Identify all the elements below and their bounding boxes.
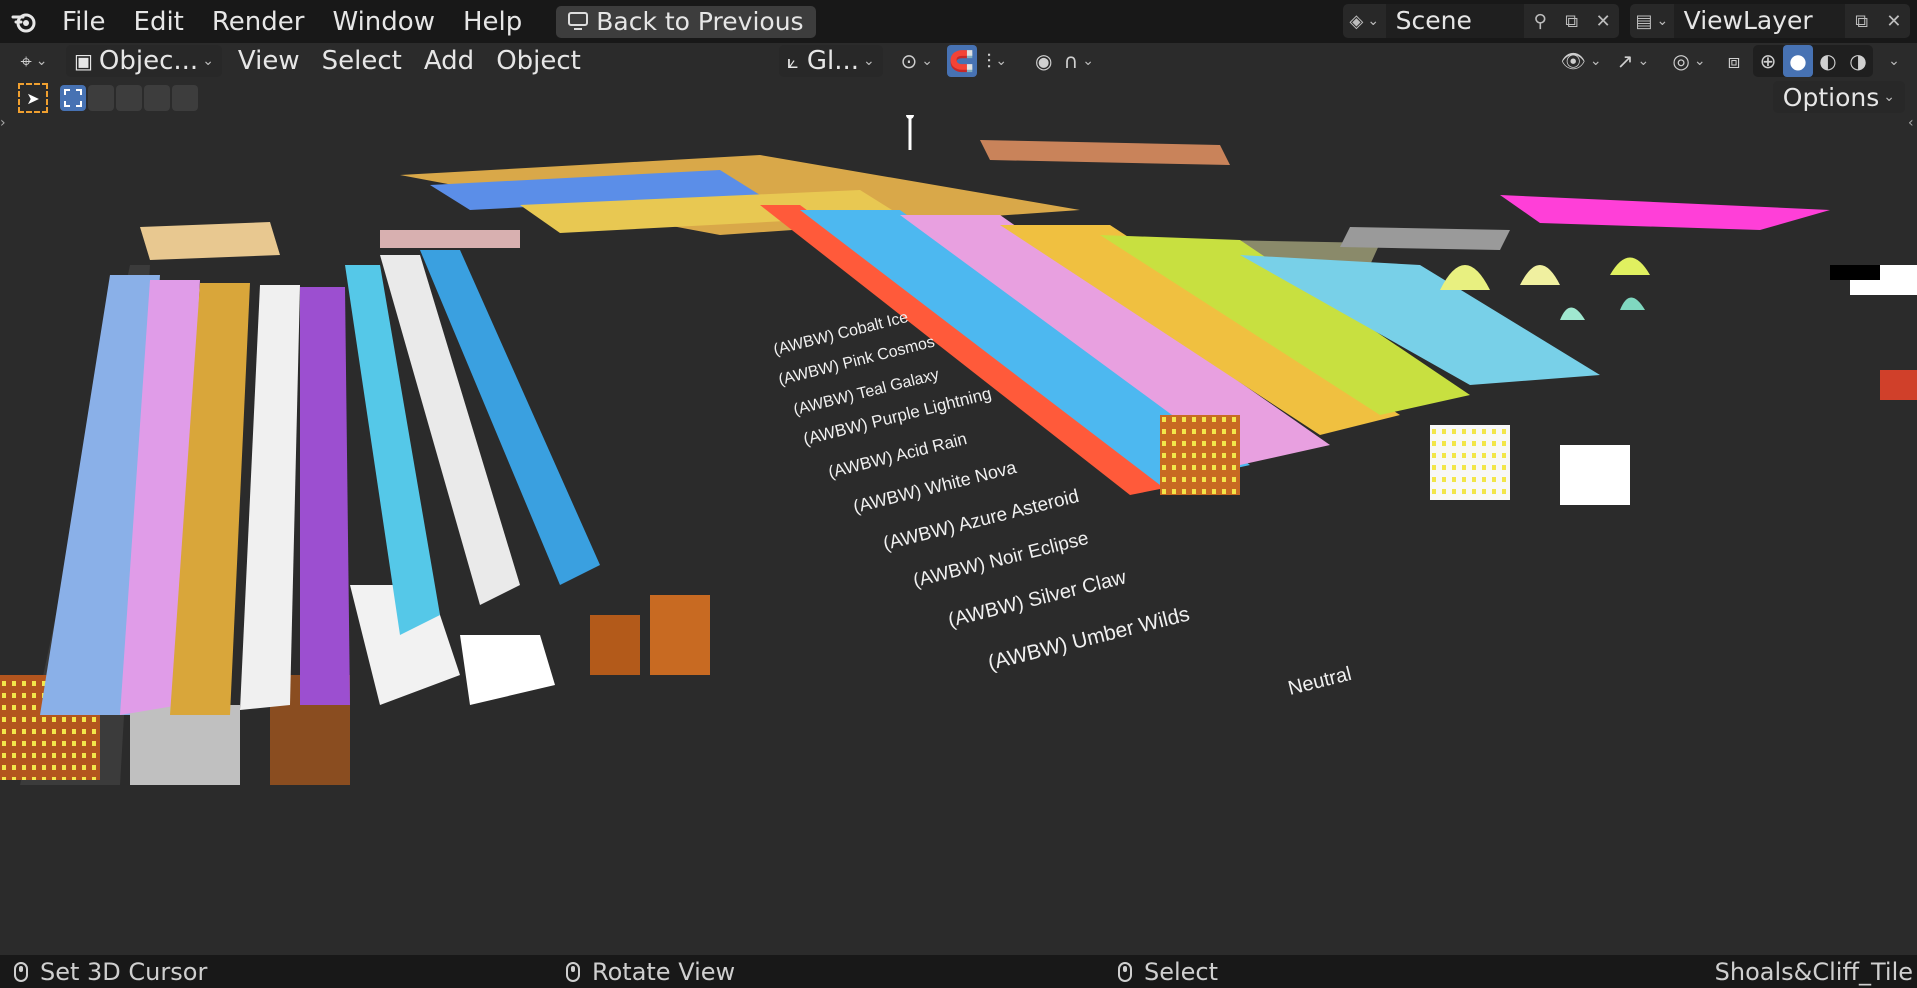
pin-icon[interactable]: ⚲ — [1524, 4, 1556, 38]
view-layer-name-field[interactable]: ViewLayer — [1673, 4, 1846, 38]
right-mouse-icon — [1118, 961, 1132, 982]
snap-target-icon[interactable]: ⫶ ⌄ — [977, 45, 1017, 77]
wireframe-shading-icon[interactable]: ⊕ — [1753, 45, 1783, 77]
selection-mode-group — [60, 85, 198, 111]
menu-file[interactable]: File — [48, 2, 120, 42]
close-view-layer-icon[interactable]: ✕ — [1878, 4, 1910, 38]
visibility-icon[interactable]: 👁 ⌄ — [1559, 45, 1603, 77]
scene-name-field[interactable]: Scene — [1385, 4, 1525, 38]
menu-edit[interactable]: Edit — [120, 2, 198, 42]
transform-orientation-dropdown[interactable]: ⟀ Gl... ⌄ — [778, 45, 883, 77]
overlays-icon[interactable]: ◎ ⌄ — [1663, 45, 1715, 77]
select-intersect-icon[interactable] — [172, 85, 198, 111]
viewport-scene: (AWBW) Cobalt Ice (AWBW) Pink Cosmos (AW… — [0, 111, 1917, 785]
gizmo-icon[interactable]: ↗ ⌄ — [1607, 45, 1659, 77]
editor-type-icon[interactable]: ⌖ ⌄ — [12, 45, 56, 77]
screen-icon — [568, 7, 589, 36]
view-layer-selector: ▤ ⌄ ViewLayer ⧉ ✕ — [1630, 4, 1910, 38]
select-invert-icon[interactable] — [144, 85, 170, 111]
scene-browse-icon[interactable]: ◈ ⌄ — [1343, 4, 1386, 38]
chevron-down-icon: ⌄ — [1883, 89, 1895, 105]
rendered-shading-icon[interactable]: ◑ — [1843, 45, 1873, 77]
left-mouse-icon — [14, 961, 28, 982]
menu-view[interactable]: View — [230, 45, 308, 77]
status-right-click: Select — [1118, 958, 1218, 986]
toolbar-expand-icon[interactable]: › — [0, 115, 6, 131]
3d-cursor-icon[interactable] — [906, 111, 914, 150]
shading-options-icon[interactable]: ⌄ — [1877, 45, 1907, 77]
mode-label: Objec... — [98, 46, 199, 76]
menu-window[interactable]: Window — [318, 2, 449, 42]
mode-dropdown[interactable]: ▣ Objec... ⌄ — [66, 45, 222, 77]
back-to-previous-button[interactable]: Back to Previous — [556, 5, 816, 38]
status-left-label: Set 3D Cursor — [40, 957, 208, 986]
status-middle-label: Rotate View — [592, 957, 736, 986]
select-subtract-icon[interactable] — [116, 85, 142, 111]
close-scene-icon[interactable]: ✕ — [1587, 4, 1619, 38]
menu-select[interactable]: Select — [314, 45, 410, 77]
tool-settings-row: ➤ Options ⌄ — [0, 81, 1917, 115]
options-label: Options — [1782, 82, 1880, 112]
scene-selector: ◈ ⌄ Scene ⚲ ⧉ ✕ — [1343, 4, 1619, 38]
material-shading-icon[interactable]: ◐ — [1813, 45, 1843, 77]
middle-mouse-icon — [566, 961, 580, 982]
blender-logo-icon[interactable] — [0, 2, 48, 42]
active-object-name: Shoals&Cliff_Tile — [1714, 957, 1913, 986]
sidebar-expand-icon[interactable]: ‹ — [1908, 115, 1914, 131]
new-scene-icon[interactable]: ⧉ — [1556, 4, 1588, 38]
viewport-header: ⌖ ⌄ ▣ Objec... ⌄ View Select Add Object ⟀… — [0, 43, 1917, 79]
label-neutral: Neutral — [1286, 663, 1354, 700]
chevron-down-icon: ⌄ — [202, 53, 214, 69]
select-extend-icon[interactable] — [88, 85, 114, 111]
falloff-icon[interactable]: ∩ ⌄ — [1059, 45, 1099, 77]
shading-mode-group: ⊕ ● ◐ ◑ — [1753, 45, 1873, 77]
menu-add[interactable]: Add — [416, 45, 482, 77]
chevron-down-icon: ⌄ — [863, 53, 875, 69]
orientation-icon: ⟀ — [786, 49, 799, 73]
solid-shading-icon[interactable]: ● — [1783, 45, 1813, 77]
menu-help[interactable]: Help — [449, 2, 536, 42]
top-bar: File Edit Render Window Help Back to Pre… — [0, 0, 1917, 43]
status-middle-click: Rotate View — [566, 958, 735, 986]
snap-icon[interactable]: 🧲 — [946, 45, 977, 77]
status-bar: Set 3D Cursor Rotate View Select Shoals&… — [0, 955, 1917, 988]
status-right-label: Select — [1144, 957, 1219, 986]
menu-render[interactable]: Render — [198, 2, 319, 42]
orientation-label: Gl... — [806, 46, 860, 76]
view-layer-browse-icon[interactable]: ▤ ⌄ — [1630, 4, 1674, 38]
status-left-click: Set 3D Cursor — [14, 958, 207, 986]
pivot-point-icon[interactable]: ⊙ ⌄ — [895, 45, 939, 77]
select-new-icon[interactable] — [60, 85, 86, 111]
object-mode-icon: ▣ — [74, 49, 93, 73]
select-tool-icon[interactable]: ➤ — [18, 83, 48, 113]
back-to-previous-label: Back to Previous — [596, 7, 804, 36]
new-view-layer-icon[interactable]: ⧉ — [1845, 4, 1877, 38]
xray-icon[interactable]: ⧈ — [1719, 45, 1749, 77]
3d-viewport[interactable]: (AWBW) Cobalt Ice (AWBW) Pink Cosmos (AW… — [0, 111, 1917, 955]
menu-object[interactable]: Object — [488, 45, 589, 77]
proportional-editing-icon[interactable]: ◉ — [1029, 45, 1059, 77]
options-dropdown[interactable]: Options ⌄ — [1772, 81, 1905, 113]
